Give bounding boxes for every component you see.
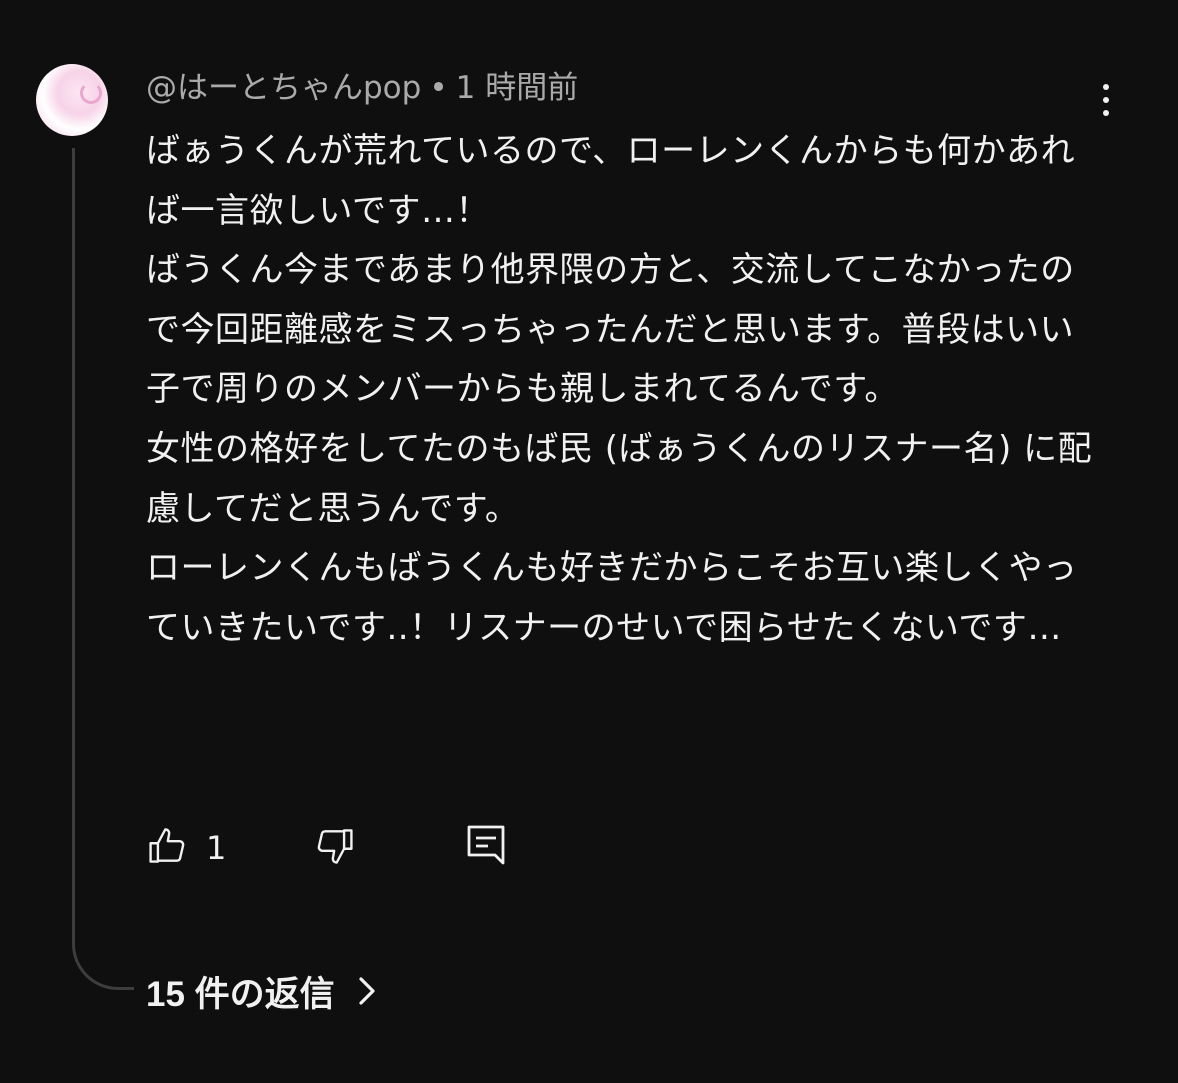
avatar-swirl-decoration: [80, 82, 102, 104]
replies-count-label: 15 件の返信: [146, 974, 335, 1014]
thumbs-up-icon: [146, 824, 190, 872]
like-count: 1: [206, 829, 227, 867]
dislike-button[interactable]: [312, 824, 356, 872]
comment-paragraph: ばうくん今まであまり他界隈の方と、交流してこなかったので今回距離感をミスっちゃっ…: [146, 250, 1075, 410]
like-button[interactable]: 1: [146, 824, 226, 872]
comment-paragraph: ばぁうくんが荒れているので、ローレンくんからも何かあれば一言欲しいです…！: [146, 131, 1076, 231]
avatar[interactable]: [36, 64, 108, 136]
comment-paragraph: ローレンくんもばうくんも好きだからこそお互い楽しくやっていきたいです..！リスナ…: [146, 548, 1078, 648]
more-vertical-icon-dot: [1103, 110, 1109, 116]
meta-separator: •: [429, 70, 448, 106]
more-options-button[interactable]: [1090, 80, 1122, 120]
author-handle[interactable]: @はーとちゃんpop: [146, 70, 421, 106]
thread-connector-line: [72, 148, 134, 990]
comment-timestamp[interactable]: 1 時間前: [456, 70, 579, 106]
thumbs-down-icon: [312, 824, 356, 872]
comment-icon: [464, 822, 508, 874]
view-replies-button[interactable]: 15 件の返信: [146, 966, 377, 1016]
more-vertical-icon-dot: [1103, 97, 1109, 103]
more-vertical-icon: [1103, 84, 1109, 90]
chevron-right-icon: [357, 975, 377, 1007]
comment-paragraph: 女性の格好をしてたのもば民 (ばぁうくんのリスナー名) に配慮してだと思うんです…: [146, 428, 1093, 529]
comment-meta: @はーとちゃんpop • 1 時間前: [146, 66, 578, 110]
reply-button[interactable]: [464, 824, 508, 872]
comment-body: ばぁうくんが荒れているので、ローレンくんからも何かあれば一言欲しいです…！ ばう…: [146, 122, 1096, 658]
